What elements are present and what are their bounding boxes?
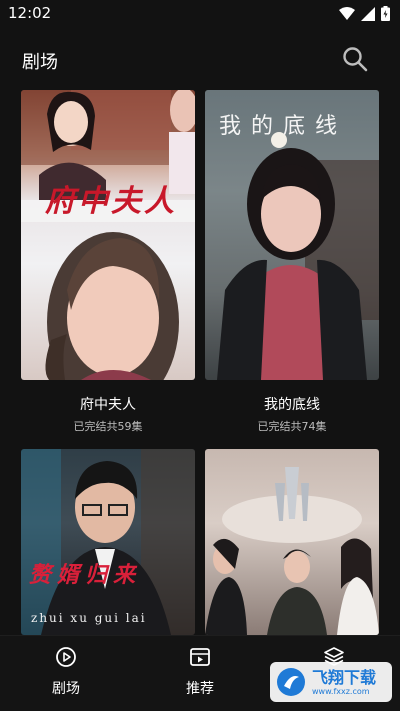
search-icon — [343, 47, 368, 72]
nav-item-recommend[interactable]: 推荐 — [155, 646, 245, 698]
nav-item-theater[interactable]: 剧场 — [21, 646, 111, 698]
status-time: 12:02 — [8, 4, 52, 22]
drama-episode-status: 已完结共74集 — [257, 420, 327, 433]
drama-title: 府中夫人 — [80, 397, 136, 413]
poster-art — [21, 449, 195, 635]
drama-poster[interactable] — [205, 449, 379, 635]
nav-label: 推荐 — [186, 681, 214, 697]
battery-icon — [381, 6, 390, 21]
watermark-sub: www.fxxz.com — [312, 686, 370, 696]
app-header: 剧场 — [0, 28, 400, 90]
drama-card[interactable]: 赘婿归来 zhui xu gui lai — [21, 449, 195, 635]
watermark-text: 飞翔下载 — [312, 667, 377, 687]
poster-pinyin-text: zhui xu gui lai — [31, 611, 147, 625]
wifi-icon — [339, 6, 355, 20]
poster-art — [205, 467, 379, 635]
poster-title-text: 我的底线 — [219, 114, 348, 139]
poster-art — [21, 90, 195, 380]
drama-poster[interactable]: 我的底线 — [205, 90, 379, 380]
drama-card[interactable]: 我的底线 我的底线 已完结共74集 — [205, 90, 379, 434]
play-circle-icon — [56, 647, 76, 667]
search-button[interactable] — [342, 46, 368, 72]
status-bar: 12:02 — [0, 0, 400, 28]
video-icon — [190, 648, 210, 666]
poster-title-text: 府中夫人 — [45, 184, 177, 219]
drama-episode-status: 已完结共59集 — [73, 420, 143, 433]
nav-label: 剧场 — [52, 681, 80, 697]
drama-grid: 府中夫人 府中夫人 已完结共59集 我的底线 我的底线 已完结共74集 赘婿归来… — [0, 90, 400, 635]
status-icons — [339, 6, 390, 21]
drama-poster[interactable]: 赘婿归来 zhui xu gui lai — [21, 449, 195, 635]
drama-title: 我的底线 — [264, 397, 320, 413]
watermark-logo: 飞翔下载 www.fxxz.com — [270, 662, 392, 702]
drama-card[interactable]: 府中夫人 府中夫人 已完结共59集 — [21, 90, 195, 434]
watermark-icon — [277, 668, 305, 696]
signal-icon — [361, 6, 375, 21]
poster-title-text: 赘婿归来 — [29, 562, 142, 588]
page-title: 剧场 — [22, 52, 58, 73]
drama-poster[interactable]: 府中夫人 — [21, 90, 195, 380]
drama-card[interactable] — [205, 449, 379, 635]
